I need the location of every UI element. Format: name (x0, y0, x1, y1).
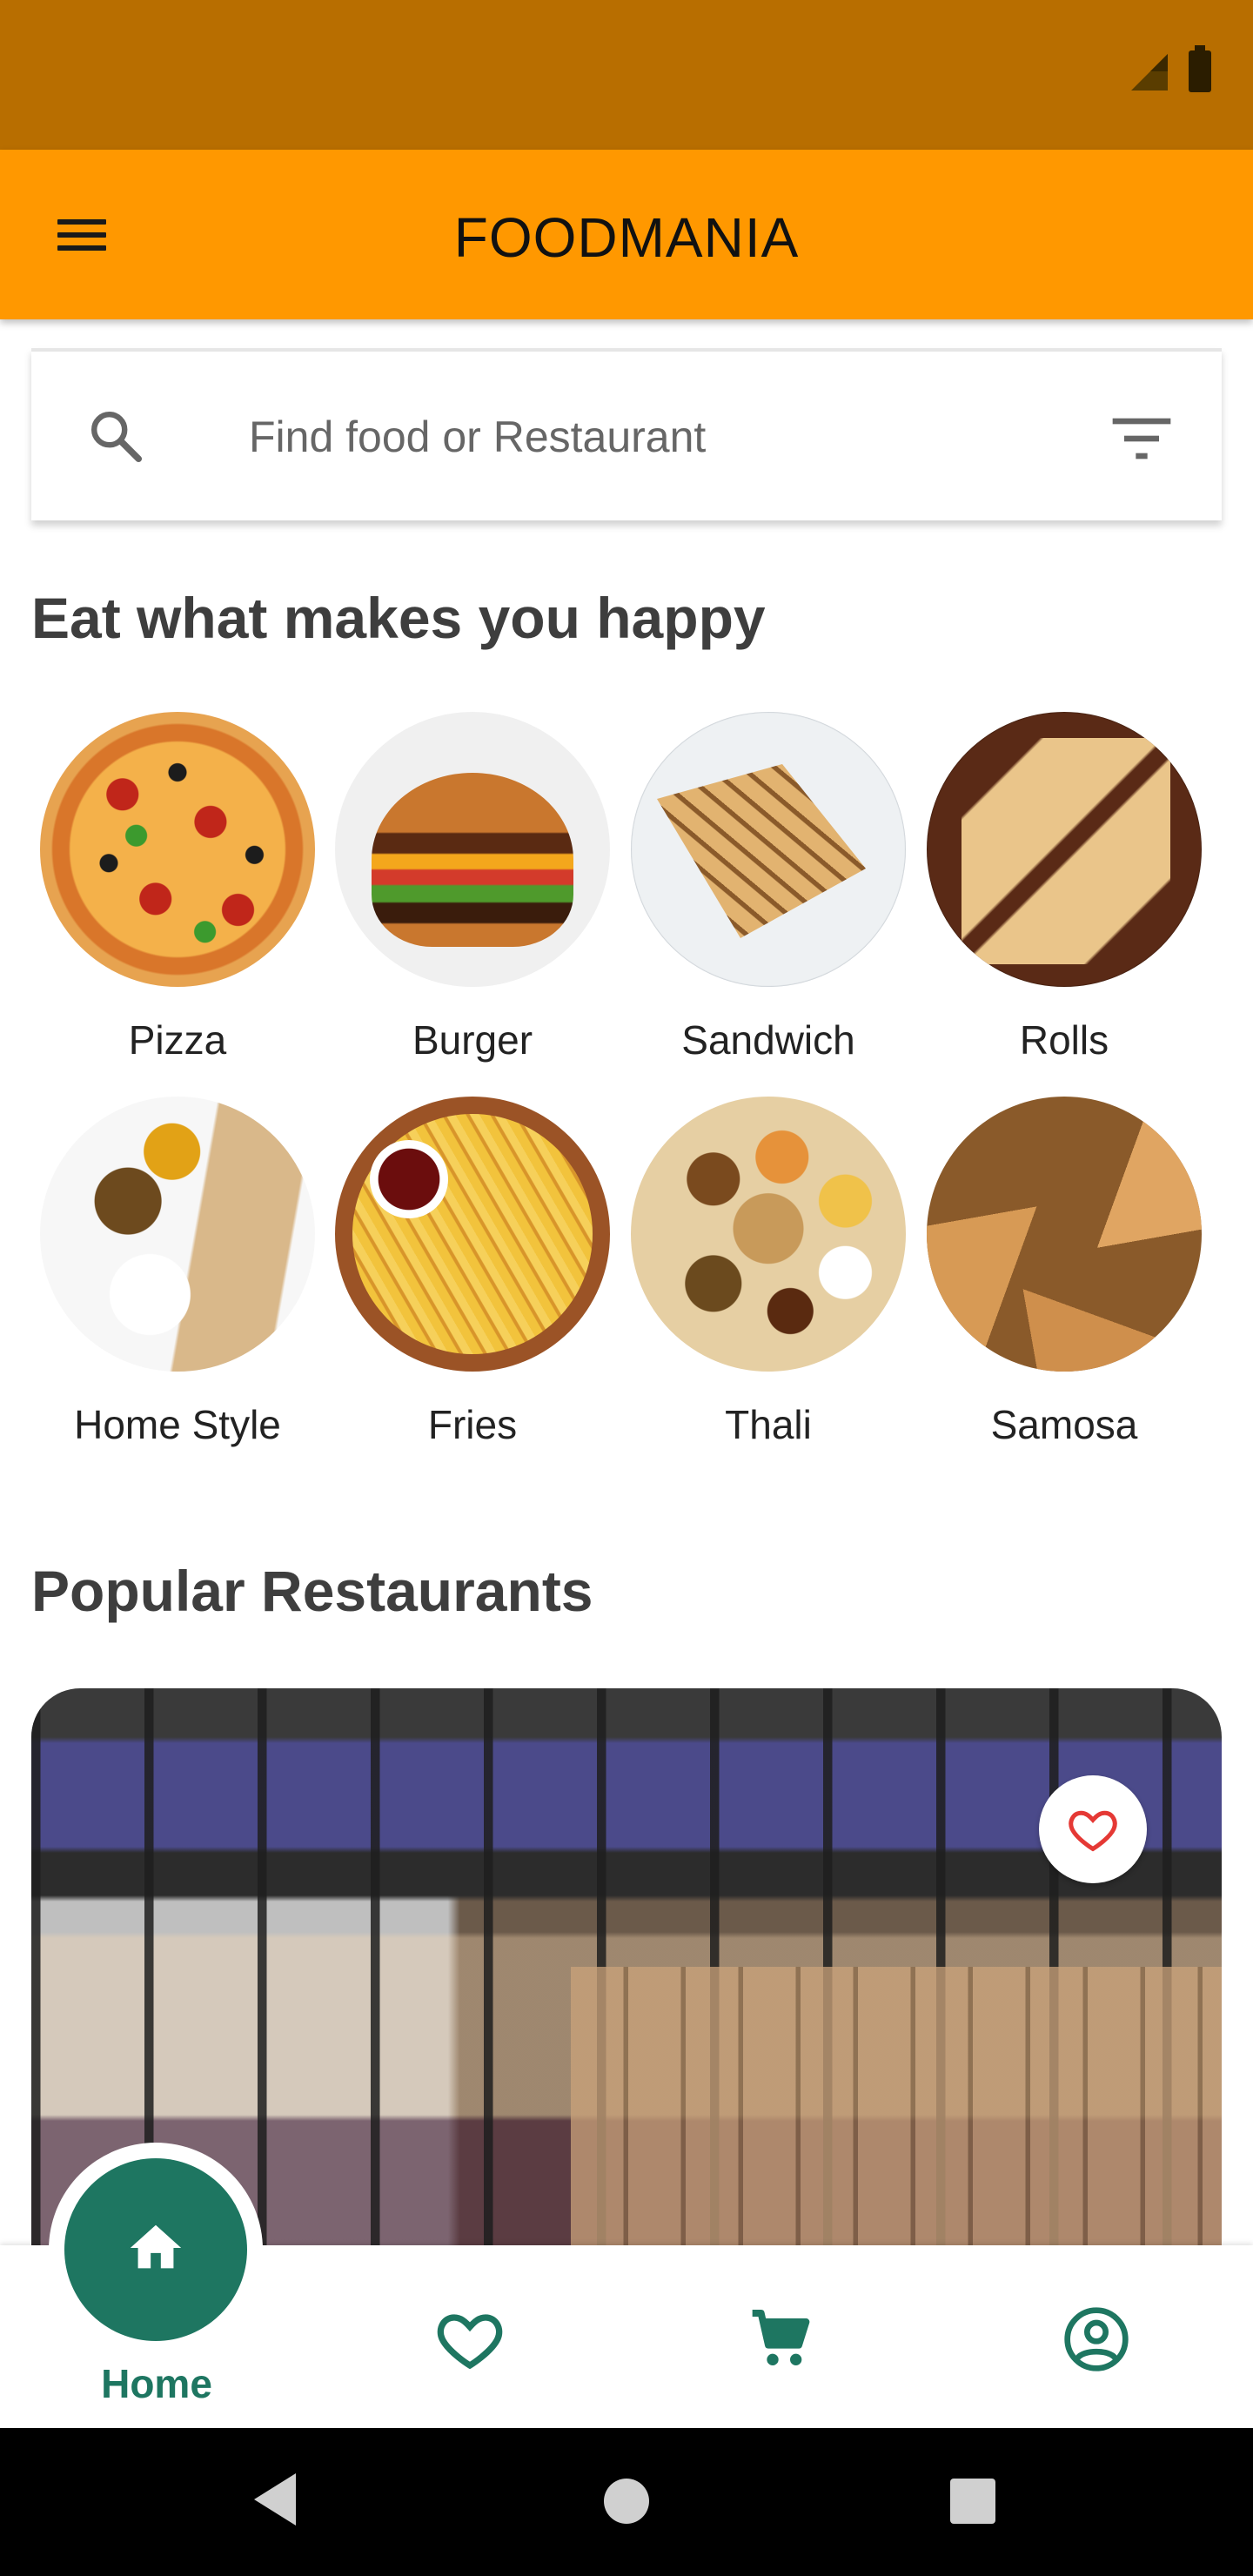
section-title-eat: Eat what makes you happy (31, 586, 766, 650)
rolls-image (927, 712, 1202, 987)
category-label: Sandwich (681, 1017, 855, 1063)
filter-icon[interactable] (1107, 413, 1176, 465)
status-bar (0, 0, 1253, 150)
category-sandwich[interactable]: Sandwich (625, 712, 912, 1063)
home-button[interactable] (64, 2158, 247, 2341)
thali-image (631, 1097, 906, 1372)
home-icon (130, 2224, 182, 2269)
app-bar: FOODMANIA (0, 150, 1253, 319)
category-rolls[interactable]: Rolls (921, 712, 1208, 1063)
search-bar (31, 348, 1222, 520)
category-burger[interactable]: Burger (329, 712, 616, 1063)
search-input[interactable] (249, 395, 1032, 479)
app-title: FOODMANIA (453, 206, 800, 269)
bottom-navigation: Home (0, 2143, 1253, 2428)
category-home-style[interactable]: Home Style (34, 1097, 321, 1448)
home-label: Home (101, 2361, 212, 2406)
heart-icon[interactable] (435, 2304, 505, 2374)
category-label: Home Style (74, 1402, 281, 1447)
battery-icon (1189, 45, 1211, 92)
category-label: Pizza (128, 1017, 227, 1063)
recent-apps-icon[interactable] (950, 2479, 995, 2524)
category-thali[interactable]: Thali (625, 1097, 912, 1448)
home-style-image (40, 1097, 315, 1372)
fries-image (335, 1097, 610, 1372)
category-pizza[interactable]: Pizza (34, 712, 321, 1063)
cart-icon[interactable] (747, 2304, 816, 2374)
search-icon[interactable] (85, 406, 146, 466)
pizza-image (40, 712, 315, 987)
back-icon[interactable] (254, 2473, 296, 2526)
category-fries[interactable]: Fries (329, 1097, 616, 1448)
burger-image (335, 712, 610, 987)
signal-icon (1131, 54, 1168, 91)
section-title-popular: Popular Restaurants (31, 1559, 593, 1623)
account-icon[interactable] (1062, 2304, 1131, 2374)
category-label: Burger (412, 1017, 533, 1063)
category-label: Thali (725, 1402, 812, 1447)
category-label: Fries (427, 1402, 518, 1447)
sandwich-image (631, 712, 906, 987)
category-samosa[interactable]: Samosa (921, 1097, 1208, 1448)
samosa-image (927, 1097, 1202, 1372)
system-navigation-bar (0, 2428, 1253, 2576)
system-home-icon[interactable] (604, 2479, 649, 2524)
category-label: Rolls (1019, 1017, 1109, 1063)
favorite-button[interactable] (1039, 1775, 1147, 1883)
category-label: Samosa (990, 1402, 1138, 1447)
heart-outline-icon (1069, 1810, 1117, 1852)
